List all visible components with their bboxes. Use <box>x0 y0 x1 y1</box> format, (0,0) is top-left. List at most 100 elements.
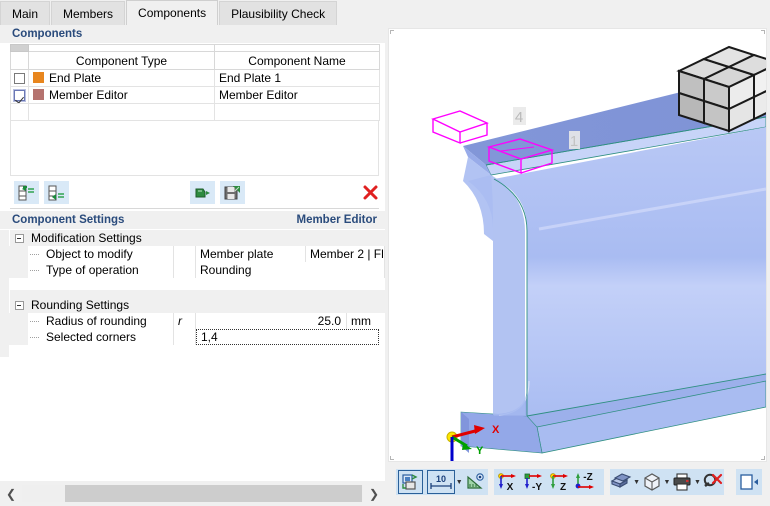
row-checkbox-cell[interactable] <box>10 69 29 87</box>
toolbar-divider <box>10 208 379 209</box>
table-column-handle-type[interactable] <box>28 44 215 52</box>
tab-plausibility-check[interactable]: Plausibility Check <box>219 1 338 25</box>
row-checkbox-cell[interactable] <box>10 86 29 104</box>
viewport-corner-br <box>761 456 765 460</box>
setting-input[interactable]: 1,4 <box>196 329 379 345</box>
table-header-row: Component Type Component Name <box>10 51 380 70</box>
3d-viewport[interactable]: 4 1 X Y <box>388 28 767 462</box>
save-component-button[interactable] <box>220 181 245 204</box>
tree-indent <box>0 246 28 262</box>
view-toolbar-group-1: 10 ▼ <box>396 469 488 495</box>
settings-row[interactable]: Type of operation Rounding <box>0 262 385 278</box>
application-window: Main Members Components Plausibility Check … <box>0 0 770 506</box>
insert-above-button[interactable] <box>14 181 39 204</box>
setting-value-secondary[interactable]: Member 2 | Flange 1 <box>306 246 385 262</box>
svg-text:Z: Z <box>560 482 566 492</box>
layers-icon <box>611 473 632 488</box>
component-settings-header: Component Settings Member Editor <box>0 211 385 230</box>
table-topbar-row <box>10 44 380 52</box>
view-z-button[interactable]: Z <box>546 470 572 494</box>
row-checkbox[interactable] <box>14 73 25 85</box>
settings-grid: Modification Settings Object to modify Mem… <box>0 230 385 357</box>
navigation-cube[interactable] <box>676 45 766 133</box>
cell-component-name[interactable]: End Plate 1 <box>214 69 380 87</box>
viewport-corner-tr <box>761 30 765 34</box>
print-button[interactable] <box>671 470 694 494</box>
display-mode-caret[interactable]: ▼ <box>633 470 641 494</box>
view-negy-button[interactable]: -Y <box>520 470 546 494</box>
row-checkbox[interactable] <box>13 89 26 103</box>
render-settings-icon <box>402 474 418 490</box>
setting-value[interactable]: Member plate <box>196 246 306 262</box>
column-header-name[interactable]: Component Name <box>214 51 380 70</box>
setting-symbol <box>174 329 196 345</box>
setting-value[interactable]: Rounding <box>196 262 385 278</box>
svg-text:-Y: -Y <box>532 482 542 492</box>
settings-group-pad <box>0 278 385 290</box>
settings-row[interactable]: Selected corners 1,4 <box>0 329 385 345</box>
scroll-left-arrow[interactable]: ❮ <box>0 485 22 502</box>
view-toolbar: 10 ▼ X -Y Z -Z ▼ ▼ ▼ <box>388 466 767 500</box>
view-negz-icon: -Z <box>575 472 594 489</box>
svg-text:-Z: -Z <box>583 472 592 483</box>
minus-icon <box>14 233 24 243</box>
panel-icon <box>740 474 758 490</box>
tree-gutter <box>0 297 10 313</box>
settings-group-header[interactable]: Rounding Settings <box>0 297 385 313</box>
table-row-empty <box>10 103 380 121</box>
render-settings-button[interactable] <box>398 470 423 494</box>
tab-members[interactable]: Members <box>51 1 126 25</box>
import-component-button[interactable] <box>190 181 215 204</box>
highlight-corner-4 <box>431 110 489 145</box>
measure-button[interactable] <box>464 470 489 494</box>
horizontal-scrollbar[interactable]: ❮ ❯ <box>0 481 385 506</box>
settings-row[interactable]: Object to modify Member plate Member 2 | F… <box>0 246 385 262</box>
dimension-button[interactable]: 10 <box>426 470 456 494</box>
settings-group-header[interactable]: Modification Settings <box>0 230 385 246</box>
dimension-dropdown-caret[interactable]: ▼ <box>455 470 463 494</box>
display-mode-button[interactable] <box>610 470 633 494</box>
settings-row[interactable]: Radius of rounding r 25.0 mm <box>0 313 385 329</box>
settings-group-title: Rounding Settings <box>28 297 385 313</box>
collapse-toggle[interactable] <box>10 230 28 246</box>
svg-text:10: 10 <box>436 474 446 484</box>
tree-connector <box>28 246 44 262</box>
tab-components[interactable]: Components <box>126 0 219 25</box>
view-negz-button[interactable]: -Z <box>572 470 598 494</box>
wireframe-button[interactable] <box>640 470 663 494</box>
cell-component-type[interactable]: End Plate <box>28 69 215 87</box>
table-row[interactable]: End Plate End Plate 1 <box>10 69 380 87</box>
svg-text:Y: Y <box>476 445 484 457</box>
import-icon <box>195 188 210 197</box>
insert-below-button[interactable] <box>44 181 69 204</box>
collapse-toggle[interactable] <box>10 297 28 313</box>
scrollbar-thumb[interactable] <box>65 485 362 502</box>
svg-text:X: X <box>492 424 500 436</box>
cell-component-type[interactable]: Member Editor <box>28 86 215 104</box>
corner-label-4: 4 <box>513 107 526 126</box>
insert-above-icon <box>18 185 34 200</box>
scrollbar-track[interactable] <box>22 485 363 502</box>
table-corner-handle[interactable] <box>10 44 29 52</box>
setting-value[interactable]: 25.0 <box>196 313 347 329</box>
empty-cell <box>10 103 29 121</box>
cube-icon <box>644 473 660 491</box>
cell-component-name[interactable]: Member Editor <box>214 86 380 104</box>
table-row[interactable]: Member Editor Member Editor <box>10 86 380 104</box>
view-x-button[interactable]: X <box>494 470 520 494</box>
zoom-reset-button[interactable] <box>701 470 724 494</box>
panel-toggle-button[interactable] <box>736 470 762 494</box>
component-type-label: End Plate <box>49 71 102 85</box>
setting-label: Selected corners <box>44 329 174 345</box>
component-color-swatch <box>33 89 44 100</box>
wireframe-caret[interactable]: ▼ <box>663 470 671 494</box>
column-header-type[interactable]: Component Type <box>28 51 215 70</box>
delete-component-button[interactable] <box>358 181 383 204</box>
tab-main[interactable]: Main <box>0 1 51 25</box>
table-column-handle-name[interactable] <box>214 44 380 52</box>
setting-symbol <box>174 246 196 262</box>
print-caret[interactable]: ▼ <box>694 470 702 494</box>
tab-bar: Main Members Components Plausibility Check <box>0 0 770 25</box>
scroll-right-arrow[interactable]: ❯ <box>363 485 385 502</box>
setting-label: Type of operation <box>44 262 174 278</box>
